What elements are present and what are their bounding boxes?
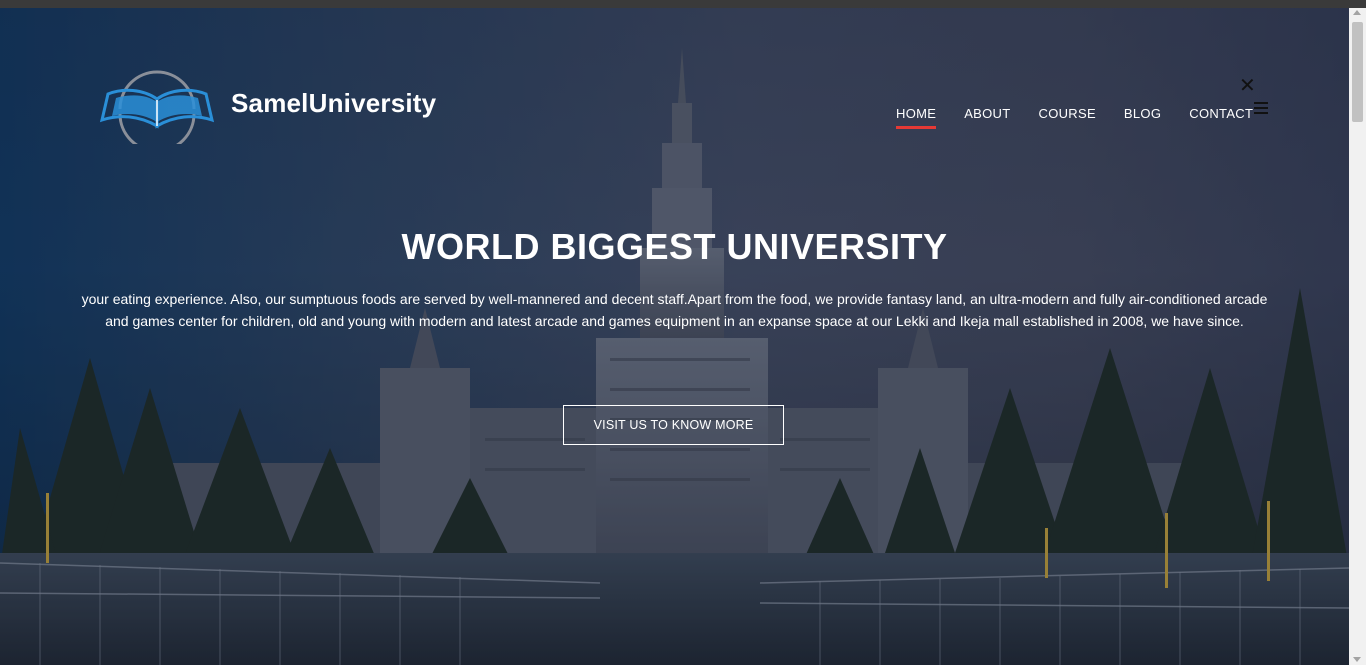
hero-section: SamelUniversity ✕ HOME ABOUT COURSE BLOG… <box>0 8 1349 665</box>
visit-us-button[interactable]: VISIT US TO KNOW MORE <box>563 405 784 445</box>
main-nav: HOME ABOUT COURSE BLOG CONTACT <box>896 106 1281 129</box>
nav-item-about[interactable]: ABOUT <box>964 106 1010 127</box>
scrollbar-thumb[interactable] <box>1352 22 1363 122</box>
page-scrollbar[interactable] <box>1349 8 1366 665</box>
hero-description: your eating experience. Also, our sumptu… <box>81 291 1268 329</box>
university-logo-icon[interactable] <box>98 64 216 144</box>
nav-item-home[interactable]: HOME <box>896 106 937 129</box>
scroll-down-arrow-icon[interactable] <box>1353 657 1361 662</box>
hero-title: WORLD BIGGEST UNIVERSITY <box>401 226 948 267</box>
nav-item-contact[interactable]: CONTACT <box>1189 106 1253 127</box>
close-icon[interactable]: ✕ <box>1239 76 1256 96</box>
nav-item-course[interactable]: COURSE <box>1039 106 1096 127</box>
scroll-up-arrow-icon[interactable] <box>1353 10 1361 15</box>
nav-item-blog[interactable]: BLOG <box>1124 106 1161 127</box>
brand-name[interactable]: SamelUniversity <box>231 88 436 119</box>
